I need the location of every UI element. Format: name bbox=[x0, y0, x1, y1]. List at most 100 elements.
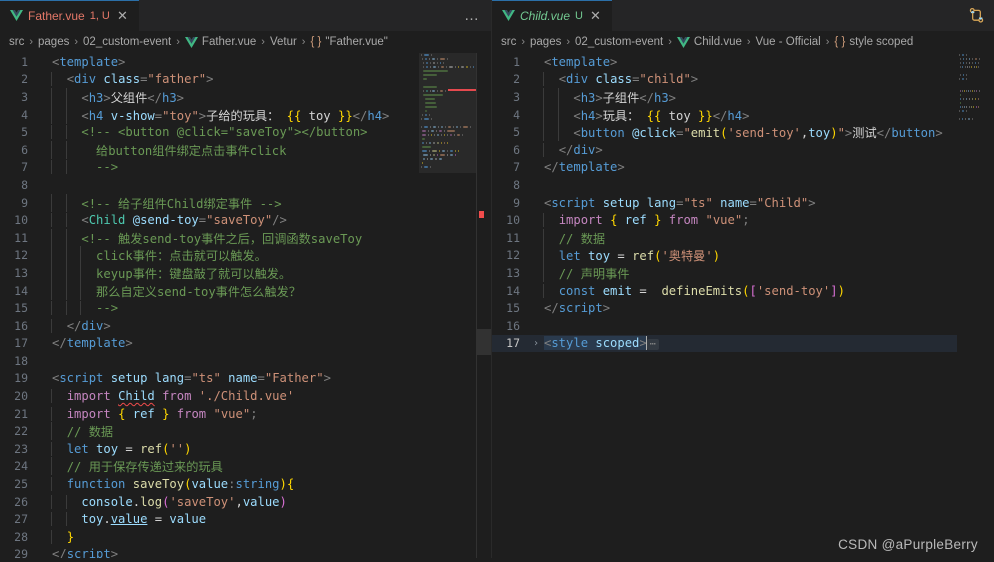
indent-guide bbox=[543, 213, 544, 228]
code-line[interactable]: 9 <script setup lang="ts" name="Child"> bbox=[492, 194, 994, 212]
code-line[interactable]: 16 </div> bbox=[0, 317, 491, 335]
breadcrumb-item-pages[interactable]: pages bbox=[38, 36, 69, 48]
code-line[interactable]: 3 <h3>父组件</h3> bbox=[0, 87, 491, 106]
breadcrumb-separator: › bbox=[825, 36, 830, 48]
code-line[interactable]: 3 <h3>子组件</h3> bbox=[492, 87, 994, 106]
line-number: 15 bbox=[506, 301, 520, 316]
code-line[interactable]: 6 给button组件绑定点击事件click bbox=[0, 140, 491, 159]
breadcrumb-item-provider[interactable]: Vue - Official bbox=[756, 36, 821, 48]
code-line[interactable]: 4 <h4>玩具： {{ toy }}</h4> bbox=[492, 105, 994, 124]
code-line[interactable]: 13 // 声明事件 bbox=[492, 263, 994, 282]
code-line[interactable]: 14 那么自定义send-toy事件怎么触发？ bbox=[0, 281, 491, 300]
code-text: <!-- 触发send-toy事件之后，回调函数saveToy bbox=[50, 228, 362, 247]
line-number: 12 bbox=[506, 248, 520, 263]
code-line[interactable]: 4 <h4 v-show="toy">子给的玩具： {{ toy }}</h4> bbox=[0, 105, 491, 124]
code-text: const emit = defineEmits(['send-toy']) bbox=[542, 283, 845, 298]
overview-ruler-left[interactable] bbox=[477, 53, 491, 562]
code-line[interactable]: 2 <div class="child"> bbox=[492, 71, 994, 89]
code-line[interactable]: 20 import Child from './Child.vue' bbox=[0, 387, 491, 405]
code-line[interactable]: 6 </div> bbox=[492, 141, 994, 159]
line-number: 22 bbox=[14, 424, 28, 439]
code-line[interactable]: 26 console.log('saveToy',value) bbox=[0, 493, 491, 511]
code-line[interactable]: 9 <!-- 给子组件Child绑定事件 --> bbox=[0, 193, 491, 212]
close-icon[interactable]: ✕ bbox=[588, 9, 603, 22]
code-line[interactable]: 28 } bbox=[0, 528, 491, 546]
code-line[interactable]: 1 <template> bbox=[0, 53, 491, 71]
indent-guide bbox=[65, 494, 67, 509]
breadcrumb-item-folder[interactable]: 02_custom-event bbox=[575, 36, 663, 48]
breadcrumb-left: src › pages › 02_custom-event › Father.v… bbox=[0, 31, 491, 53]
code-line[interactable]: 21 import { ref } from "vue"; bbox=[0, 405, 491, 423]
more-actions-icon[interactable]: … bbox=[462, 8, 482, 23]
symbol-braces-icon: { } bbox=[310, 36, 322, 48]
code-line[interactable]: 17 </template> bbox=[0, 335, 491, 353]
breadcrumb-item-folder[interactable]: 02_custom-event bbox=[83, 36, 171, 48]
breadcrumb-item-symbol[interactable]: "Father.vue" bbox=[325, 36, 388, 48]
close-icon[interactable]: ✕ bbox=[115, 9, 130, 22]
line-number: 27 bbox=[14, 512, 28, 527]
code-line[interactable]: 23 let toy = ref('') bbox=[0, 440, 491, 458]
code-line[interactable]: 11 <!-- 触发send-toy事件之后，回调函数saveToy bbox=[0, 228, 491, 247]
tab-child-vue[interactable]: Child.vue U ✕ bbox=[492, 0, 613, 31]
code-line[interactable]: 18 bbox=[0, 352, 491, 370]
line-number: 3 bbox=[513, 89, 520, 104]
code-line[interactable]: 17 › <style scoped> ⋯ bbox=[492, 334, 994, 353]
indent-guide bbox=[51, 301, 52, 316]
indent-guide bbox=[543, 246, 544, 265]
code-lines-left[interactable]: 1 <template> 2 <div class="father"> 3 <h3>父… bbox=[0, 53, 491, 562]
tabbar-actions-right bbox=[968, 0, 994, 31]
breadcrumb-item-symbol[interactable]: style scoped bbox=[849, 36, 913, 48]
code-line[interactable]: 5 <button @click="emit('send-toy',toy)">… bbox=[492, 123, 994, 142]
code-line[interactable]: 7 --> bbox=[0, 159, 491, 177]
breadcrumb-item-pages[interactable]: pages bbox=[530, 36, 561, 48]
code-line[interactable]: 24 // 用于保存传递过来的玩具 bbox=[0, 457, 491, 476]
code-line[interactable]: 12 let toy = ref('奥特曼') bbox=[492, 246, 994, 265]
indent-guide bbox=[543, 228, 544, 247]
code-lines-right[interactable]: 1 <template> 2 <div class="child"> 3 <h3>子组… bbox=[492, 53, 994, 562]
indent-guide bbox=[80, 246, 82, 265]
code-line[interactable]: 2 <div class="father"> bbox=[0, 71, 491, 89]
code-line[interactable]: 16 bbox=[492, 317, 994, 335]
code-line[interactable]: 7 </template> bbox=[492, 159, 994, 177]
code-line[interactable]: 8 bbox=[0, 176, 491, 194]
tabbar-empty-space bbox=[139, 0, 462, 31]
tab-label: Child.vue bbox=[520, 8, 571, 23]
breadcrumb-item-file[interactable]: Father.vue bbox=[202, 36, 256, 48]
breadcrumb-item-src[interactable]: src bbox=[9, 36, 24, 48]
breadcrumb-item-provider[interactable]: Vetur bbox=[270, 36, 297, 48]
code-line[interactable]: 25 function saveToy(value:string){ bbox=[0, 475, 491, 493]
split-editor-icon[interactable] bbox=[968, 7, 985, 24]
code-line[interactable]: 5 <!-- <button @click="saveToy"></button… bbox=[0, 123, 491, 141]
code-line[interactable]: 8 bbox=[492, 176, 994, 194]
code-line[interactable]: 14 const emit = defineEmits(['send-toy']… bbox=[492, 282, 994, 300]
code-line[interactable]: 19 <script setup lang="ts" name="Father"> bbox=[0, 370, 491, 388]
error-marker[interactable] bbox=[479, 211, 484, 218]
overview-ruler-right[interactable] bbox=[980, 53, 994, 562]
indent-guide bbox=[51, 263, 52, 282]
code-line[interactable]: 10 import { ref } from "vue"; bbox=[492, 211, 994, 229]
bottom-strip bbox=[0, 558, 994, 562]
code-text: 给button组件绑定点击事件click bbox=[50, 140, 286, 159]
indent-guide bbox=[51, 422, 52, 441]
code-text: <template> bbox=[52, 54, 126, 69]
code-text: import Child from './Child.vue' bbox=[50, 389, 294, 404]
code-line[interactable]: 10 <Child @send-toy="saveToy"/> bbox=[0, 211, 491, 229]
code-text: <!-- 给子组件Child绑定事件 --> bbox=[50, 193, 282, 212]
code-line[interactable]: 13 keyup事件：键盘敲了就可以触发。 bbox=[0, 263, 491, 282]
editor-body-right[interactable]: 1 <template> 2 <div class="child"> 3 <h3>子组… bbox=[492, 53, 994, 562]
vue-logo-icon bbox=[184, 36, 198, 48]
code-line[interactable]: 15 --> bbox=[0, 299, 491, 317]
code-line[interactable]: 11 // 数据 bbox=[492, 228, 994, 247]
code-line[interactable]: 27 toy.value = value bbox=[0, 510, 491, 528]
breadcrumb-item-file[interactable]: Child.vue bbox=[694, 36, 742, 48]
editor-body-left[interactable]: 1 <template> 2 <div class="father"> 3 <h3>父… bbox=[0, 53, 491, 562]
fold-chevron-icon[interactable]: › bbox=[530, 338, 542, 349]
tab-father-vue[interactable]: Father.vue 1, U ✕ bbox=[0, 0, 140, 31]
code-line[interactable]: 15 </script> bbox=[492, 299, 994, 317]
code-line[interactable]: 1 <template> bbox=[492, 53, 994, 71]
scrollbar-thumb[interactable] bbox=[477, 329, 491, 355]
code-line[interactable]: 12 click事件：点击就可以触发。 bbox=[0, 246, 491, 265]
code-line[interactable]: 22 // 数据 bbox=[0, 422, 491, 441]
line-number: 2 bbox=[21, 72, 28, 87]
breadcrumb-item-src[interactable]: src bbox=[501, 36, 516, 48]
